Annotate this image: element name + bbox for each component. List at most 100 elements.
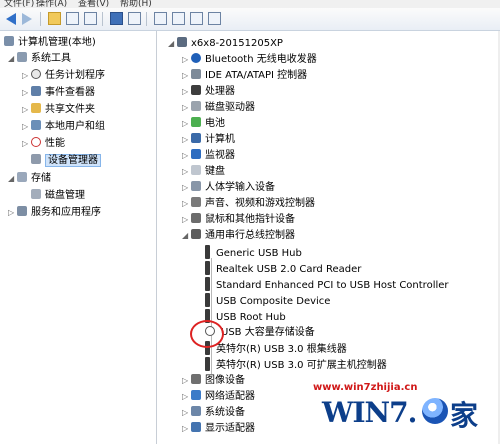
expand-arrow-icon[interactable]: ▷ xyxy=(22,85,31,101)
logo-char: 家 xyxy=(450,399,479,432)
usb-plug-icon xyxy=(205,261,210,275)
toolbar xyxy=(0,8,500,31)
device-category[interactable]: ▷ 显示适配器 xyxy=(182,421,255,437)
show-tree-icon[interactable] xyxy=(66,12,79,25)
device-category[interactable]: ▷ 系统设备 xyxy=(182,405,245,421)
usb-plug-icon xyxy=(205,277,210,291)
tree-item-performance[interactable]: ▷ 性能 xyxy=(22,136,65,152)
usb-device[interactable]: Generic USB Hub xyxy=(205,245,302,261)
device-category[interactable]: ▷ 键盘 xyxy=(182,164,225,180)
tree-item-local-users[interactable]: ▷ 本地用户和组 xyxy=(22,119,105,135)
device-category[interactable]: ▷ 网络适配器 xyxy=(182,389,255,405)
device-category[interactable]: ▷ 鼠标和其他指针设备 xyxy=(182,212,295,228)
tree-item-system-tools[interactable]: ◢ 系统工具 xyxy=(8,51,71,67)
tree-item-services-applications[interactable]: ▷ 服务和应用程序 xyxy=(8,205,101,221)
device-category[interactable]: ▷ 图像设备 xyxy=(182,373,245,389)
help-icon[interactable] xyxy=(110,12,123,25)
expand-arrow-icon[interactable]: ▷ xyxy=(182,405,191,421)
tree-item-computer-management[interactable]: 计算机管理(本地) xyxy=(4,35,96,51)
forward-arrow-icon[interactable] xyxy=(22,13,32,25)
collapse-arrow-icon[interactable]: ◢ xyxy=(182,228,191,244)
watermark-url: www.win7zhijia.cn xyxy=(313,382,418,393)
expand-arrow-icon[interactable]: ▷ xyxy=(22,136,31,152)
expand-arrow-icon[interactable]: ▷ xyxy=(182,52,191,68)
expand-arrow-icon[interactable]: ▷ xyxy=(182,84,191,100)
expand-arrow-icon[interactable]: ▷ xyxy=(182,68,191,84)
device-category-usb[interactable]: ◢ 通用串行总线控制器 xyxy=(182,228,295,244)
display-adapter-icon xyxy=(191,422,201,432)
storage-icon xyxy=(17,172,27,182)
device-root[interactable]: ◢ x6x8-20151205XP xyxy=(168,36,283,52)
scan-hardware-icon[interactable] xyxy=(154,12,167,25)
monitor-icon xyxy=(191,149,201,159)
expand-arrow-icon[interactable]: ▷ xyxy=(182,373,191,389)
usb-device[interactable]: Realtek USB 2.0 Card Reader xyxy=(205,261,361,277)
performance-icon xyxy=(31,137,41,147)
menu-file[interactable]: 文件(F) xyxy=(4,0,34,8)
ide-controller-icon xyxy=(191,69,201,79)
expand-arrow-icon[interactable]: ▷ xyxy=(182,196,191,212)
keyboard-icon xyxy=(191,165,201,175)
device-category[interactable]: ▷ 电池 xyxy=(182,116,225,132)
usb-device[interactable]: 英特尔(R) USB 3.0 可扩展主机控制器 xyxy=(205,357,387,373)
imaging-device-icon xyxy=(191,374,201,384)
usb-device[interactable]: USB Composite Device xyxy=(205,293,330,309)
usb-device[interactable]: Standard Enhanced PCI to USB Host Contro… xyxy=(205,277,449,293)
collapse-arrow-icon[interactable]: ◢ xyxy=(8,171,17,187)
disable-device-icon[interactable] xyxy=(190,12,203,25)
expand-arrow-icon[interactable]: ▷ xyxy=(182,164,191,180)
device-category[interactable]: ▷ 声音、视频和游戏控制器 xyxy=(182,196,315,212)
services-icon xyxy=(17,206,27,216)
users-icon xyxy=(31,120,41,130)
usb-controller-icon xyxy=(191,229,201,239)
menu-action[interactable]: 操作(A) xyxy=(36,0,67,8)
device-category[interactable]: ▷ 计算机 xyxy=(182,132,235,148)
expand-arrow-icon[interactable]: ▷ xyxy=(182,100,191,116)
collapse-arrow-icon[interactable]: ◢ xyxy=(8,51,17,67)
expand-arrow-icon[interactable]: ▷ xyxy=(182,148,191,164)
windows-orb-icon xyxy=(422,398,448,424)
expand-arrow-icon[interactable]: ▷ xyxy=(8,205,17,221)
toolbar-separator xyxy=(102,12,103,26)
expand-arrow-icon[interactable]: ▷ xyxy=(182,389,191,405)
expand-arrow-icon[interactable]: ▷ xyxy=(182,180,191,196)
console-icon[interactable] xyxy=(128,12,141,25)
device-category[interactable]: ▷ 监视器 xyxy=(182,148,235,164)
device-category[interactable]: ▷ 磁盘驱动器 xyxy=(182,100,255,116)
tree-item-storage[interactable]: ◢ 存储 xyxy=(8,171,51,187)
device-category[interactable]: ▷ Bluetooth 无线电收发器 xyxy=(182,52,317,68)
menu-bar: 文件(F) 操作(A) 查看(V) 帮助(H) xyxy=(0,0,500,8)
tree-item-event-viewer[interactable]: ▷ 事件查看器 xyxy=(22,85,95,101)
device-category[interactable]: ▷ IDE ATA/ATAPI 控制器 xyxy=(182,68,307,84)
logo-text: WIN7. xyxy=(322,396,417,429)
device-category[interactable]: ▷ 人体学输入设备 xyxy=(182,180,275,196)
tree-item-task-scheduler[interactable]: ▷ 任务计划程序 xyxy=(22,68,105,84)
tree-item-shared-folders[interactable]: ▷ 共享文件夹 xyxy=(22,102,95,118)
disk-management-icon xyxy=(31,189,41,199)
device-category[interactable]: ▷ 处理器 xyxy=(182,84,235,100)
tools-icon xyxy=(17,52,27,62)
collapse-arrow-icon[interactable]: ◢ xyxy=(168,36,177,52)
usb-plug-icon xyxy=(205,293,210,307)
usb-plug-icon xyxy=(205,245,210,259)
enable-device-icon[interactable] xyxy=(208,12,221,25)
expand-arrow-icon[interactable]: ▷ xyxy=(22,102,31,118)
expand-arrow-icon[interactable]: ▷ xyxy=(22,68,31,84)
tree-item-disk-management[interactable]: 磁盘管理 xyxy=(31,188,85,204)
expand-arrow-icon[interactable]: ▷ xyxy=(22,119,31,135)
expand-arrow-icon[interactable]: ▷ xyxy=(182,421,191,437)
mouse-icon xyxy=(191,213,201,223)
properties-icon[interactable] xyxy=(84,12,97,25)
network-adapter-icon xyxy=(191,390,201,400)
tree-item-device-manager[interactable]: 设备管理器 xyxy=(31,153,101,169)
menu-help[interactable]: 帮助(H) xyxy=(120,0,152,8)
menu-view[interactable]: 查看(V) xyxy=(78,0,109,8)
expand-arrow-icon[interactable]: ▷ xyxy=(182,212,191,228)
up-folder-icon[interactable] xyxy=(48,12,61,25)
expand-arrow-icon[interactable]: ▷ xyxy=(182,132,191,148)
update-driver-icon[interactable] xyxy=(172,12,185,25)
expand-arrow-icon[interactable]: ▷ xyxy=(182,116,191,132)
usb-device[interactable]: 英特尔(R) USB 3.0 根集线器 xyxy=(205,341,347,357)
back-arrow-icon[interactable] xyxy=(6,13,16,25)
sound-icon xyxy=(191,197,201,207)
